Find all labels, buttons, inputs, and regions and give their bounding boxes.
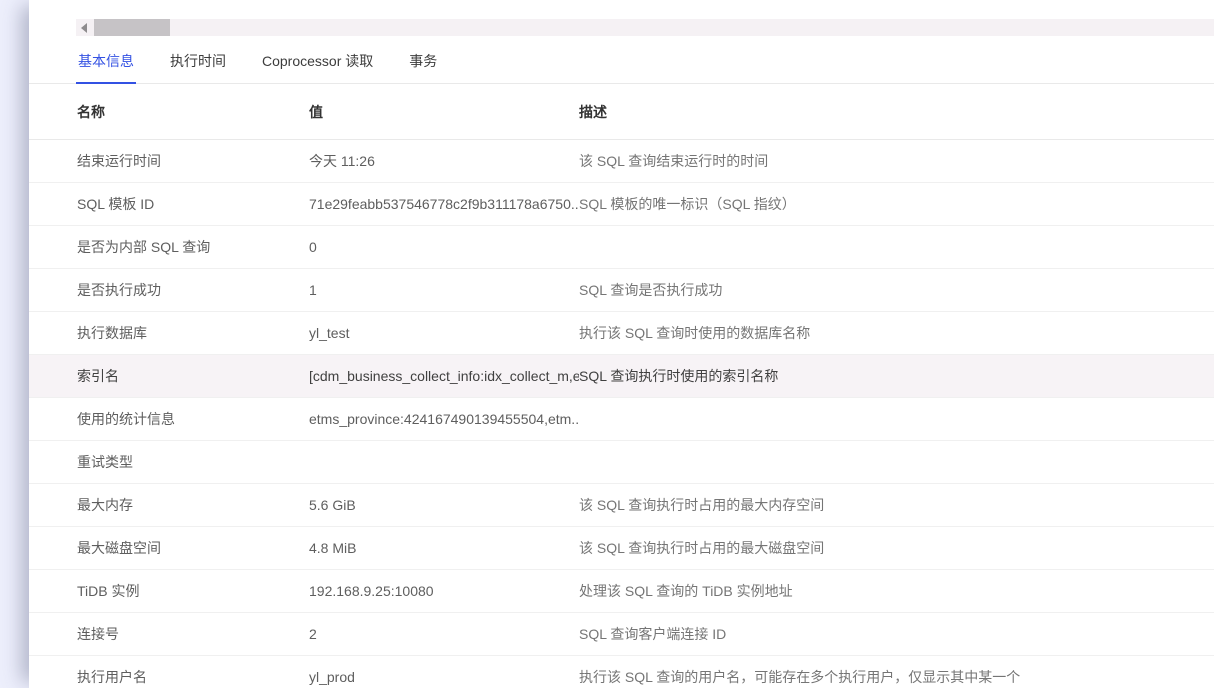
row-value-cell: etms_province:424167490139455504,etm...: [309, 411, 579, 427]
tab-coprocessor-read[interactable]: Coprocessor 读取: [260, 45, 375, 84]
row-value-cell: 1: [309, 282, 317, 298]
scrollbar-thumb[interactable]: [94, 19, 170, 36]
tab-label: 事务: [409, 53, 438, 69]
detail-table: 名称 值 描述 结束运行时间 今天 11:26 该 SQL 查询结束运行时的时间…: [29, 84, 1214, 688]
left-triangle-icon: [81, 22, 87, 33]
row-name-cell: 最大磁盘空间: [77, 540, 161, 556]
table-row[interactable]: 连接号 2 SQL 查询客户端连接 ID: [29, 613, 1214, 656]
row-name-cell: SQL 模板 ID: [77, 196, 155, 212]
tab-label: Coprocessor 读取: [262, 53, 374, 69]
row-desc-cell: SQL 模板的唯一标识（SQL 指纹）: [579, 196, 796, 212]
row-name-cell: 索引名: [77, 368, 119, 384]
row-desc-cell: SQL 查询客户端连接 ID: [579, 626, 727, 642]
row-value-cell: 192.168.9.25:10080: [309, 583, 434, 599]
column-header-value: 值: [309, 103, 323, 120]
row-name-cell: 执行数据库: [77, 325, 147, 341]
row-desc-cell: 处理该 SQL 查询的 TiDB 实例地址: [579, 583, 793, 599]
row-desc-cell: 该 SQL 查询结束运行时的时间: [579, 153, 769, 169]
row-name-cell: 是否为内部 SQL 查询: [77, 239, 211, 255]
row-desc-cell: SQL 查询执行时使用的索引名称: [579, 368, 779, 384]
row-value-cell: 0: [309, 239, 317, 255]
row-desc-cell: 执行该 SQL 查询时使用的数据库名称: [579, 325, 811, 341]
tab-basic-info[interactable]: 基本信息: [76, 45, 136, 84]
table-row[interactable]: 是否执行成功 1 SQL 查询是否执行成功: [29, 269, 1214, 312]
row-value-cell: 71e29feabb537546778c2f9b311178a6750...: [309, 196, 579, 212]
table-row[interactable]: 索引名 [cdm_business_collect_info:idx_colle…: [29, 355, 1214, 398]
row-desc-cell: 该 SQL 查询执行时占用的最大内存空间: [579, 497, 825, 513]
row-value-cell: 5.6 GiB: [309, 497, 356, 513]
row-name-cell: 是否执行成功: [77, 282, 161, 298]
column-header-name: 名称: [77, 103, 105, 120]
tab-bar: 基本信息 执行时间 Coprocessor 读取 事务: [29, 45, 1214, 84]
table-row[interactable]: 重试类型: [29, 441, 1214, 484]
sql-detail-panel: 基本信息 执行时间 Coprocessor 读取 事务 名称 值 描述 结束运行…: [29, 0, 1214, 688]
row-value-cell: 4.8 MiB: [309, 540, 357, 556]
row-name-cell: 连接号: [77, 626, 119, 642]
table-row[interactable]: 是否为内部 SQL 查询 0: [29, 226, 1214, 269]
row-value-cell: yl_prod: [309, 669, 355, 685]
column-header-desc: 描述: [579, 103, 607, 120]
tab-transaction[interactable]: 事务: [407, 45, 439, 84]
page-backdrop: [0, 0, 30, 688]
table-row[interactable]: SQL 模板 ID 71e29feabb537546778c2f9b311178…: [29, 183, 1214, 226]
row-name-cell: TiDB 实例: [77, 583, 140, 599]
table-row[interactable]: 结束运行时间 今天 11:26 该 SQL 查询结束运行时的时间: [29, 140, 1214, 183]
row-name-cell: 执行用户名: [77, 669, 147, 685]
row-value-cell: 今天 11:26: [309, 153, 375, 169]
table-row[interactable]: 最大磁盘空间 4.8 MiB 该 SQL 查询执行时占用的最大磁盘空间: [29, 527, 1214, 570]
tab-execution-time[interactable]: 执行时间: [168, 45, 228, 84]
table-header-row: 名称 值 描述: [29, 84, 1214, 140]
table-row[interactable]: 使用的统计信息 etms_province:424167490139455504…: [29, 398, 1214, 441]
row-name-cell: 结束运行时间: [77, 153, 161, 169]
tab-label: 执行时间: [170, 53, 226, 69]
table-row[interactable]: 执行用户名 yl_prod 执行该 SQL 查询的用户名，可能存在多个执行用户，…: [29, 656, 1214, 688]
tab-label: 基本信息: [78, 53, 134, 69]
table-row[interactable]: 执行数据库 yl_test 执行该 SQL 查询时使用的数据库名称: [29, 312, 1214, 355]
scrollbar-left-arrow-icon[interactable]: [76, 19, 92, 36]
row-desc-cell: 该 SQL 查询执行时占用的最大磁盘空间: [579, 540, 825, 556]
table-row[interactable]: 最大内存 5.6 GiB 该 SQL 查询执行时占用的最大内存空间: [29, 484, 1214, 527]
table-body: 结束运行时间 今天 11:26 该 SQL 查询结束运行时的时间 SQL 模板 …: [29, 140, 1214, 688]
row-value-cell: [cdm_business_collect_info:idx_collect_m…: [309, 368, 579, 384]
row-desc-cell: 执行该 SQL 查询的用户名，可能存在多个执行用户，仅显示其中某一个: [579, 669, 1021, 685]
row-name-cell: 重试类型: [77, 454, 133, 470]
row-desc-cell: SQL 查询是否执行成功: [579, 282, 723, 298]
row-value-cell: yl_test: [309, 325, 350, 341]
row-name-cell: 最大内存: [77, 497, 133, 513]
table-row[interactable]: TiDB 实例 192.168.9.25:10080 处理该 SQL 查询的 T…: [29, 570, 1214, 613]
row-name-cell: 使用的统计信息: [77, 411, 175, 427]
horizontal-scrollbar[interactable]: [76, 19, 1214, 36]
row-value-cell: 2: [309, 626, 317, 642]
